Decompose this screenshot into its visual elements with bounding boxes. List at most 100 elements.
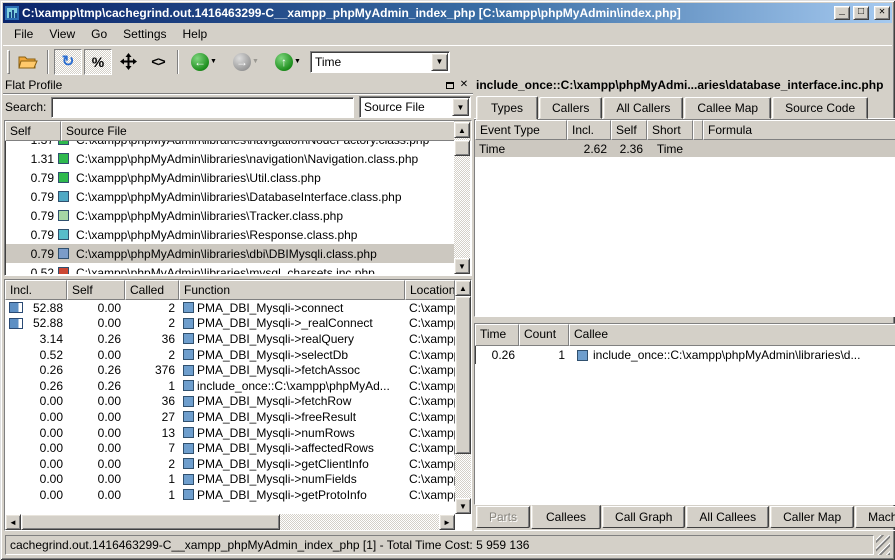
column-header-incl[interactable]: Incl. <box>567 120 611 140</box>
scroll-left-icon[interactable]: ◄ <box>5 514 21 530</box>
combo-dropdown-icon[interactable]: ▼ <box>452 98 469 116</box>
menu-go[interactable]: Go <box>84 25 114 43</box>
up-button[interactable]: ↑ ▼ <box>268 49 308 75</box>
tab-caller-map[interactable]: Caller Map <box>770 506 854 528</box>
menu-file[interactable]: File <box>7 25 40 43</box>
column-header-time[interactable]: Time <box>475 324 519 346</box>
callee-row[interactable]: 0.26 1 include_once::C:\xampp\phpMyAdmin… <box>475 346 895 364</box>
tab-all-callees[interactable]: All Callees <box>686 506 769 528</box>
source-file-row[interactable]: 0.79C:\xampp\phpMyAdmin\libraries\Respon… <box>6 225 454 244</box>
tab-call-graph[interactable]: Call Graph <box>602 506 685 528</box>
search-input[interactable] <box>51 97 354 118</box>
column-header-short[interactable]: Short <box>647 120 693 140</box>
cycle-grouping-button[interactable]: ↻ <box>54 49 82 75</box>
title-bar[interactable]: C:\xampp\tmp\cachegrind.out.1416463299-C… <box>3 3 892 23</box>
scroll-right-icon[interactable]: ► <box>439 514 455 530</box>
source-file-row[interactable]: 0.52C:\xampp\phpMyAdmin\libraries\mysql_… <box>6 263 454 274</box>
column-header-called[interactable]: Called <box>125 280 179 300</box>
back-button[interactable]: ← ▼ <box>184 49 224 75</box>
source-file-row[interactable]: 0.79C:\xampp\phpMyAdmin\libraries\Tracke… <box>6 206 454 225</box>
tab-source-code[interactable]: Source Code <box>772 97 868 119</box>
menu-settings[interactable]: Settings <box>116 25 173 43</box>
function-row[interactable]: 52.880.002PMA_DBI_Mysqli->_realConnectC:… <box>5 316 455 332</box>
tab-machine-code[interactable]: Machine <box>855 506 895 528</box>
function-icon <box>183 411 194 422</box>
tab-callee-map[interactable]: Callee Map <box>684 97 771 119</box>
minimize-button[interactable]: _ <box>834 6 850 20</box>
scrollbar-thumb[interactable] <box>21 514 280 530</box>
tab-callees[interactable]: Callees <box>531 505 601 529</box>
function-row[interactable]: 0.000.002PMA_DBI_Mysqli->getClientInfoC:… <box>5 456 455 472</box>
event-type-combobox[interactable]: Time ▼ <box>310 51 450 73</box>
toolbar-handle[interactable] <box>7 50 10 74</box>
search-row: Search: Source File ▼ <box>3 94 473 120</box>
function-self-value: 0.00 <box>67 457 125 471</box>
function-row[interactable]: 0.260.26376PMA_DBI_Mysqli->fetchAssocC:\… <box>5 362 455 378</box>
group-by-combobox[interactable]: Source File ▼ <box>359 96 471 118</box>
column-header-self[interactable]: Self <box>67 280 125 300</box>
function-row[interactable]: 0.000.001PMA_DBI_Mysqli->getProtoInfoC:\… <box>5 487 455 503</box>
function-list-vertical-scrollbar[interactable]: ▲ ▼ <box>455 300 471 514</box>
function-row[interactable]: 0.000.0036PMA_DBI_Mysqli->fetchRowC:\xam… <box>5 394 455 410</box>
percent-relative-button[interactable]: % <box>84 49 112 75</box>
resize-grip[interactable] <box>876 535 890 555</box>
function-row[interactable]: 3.140.2636PMA_DBI_Mysqli->realQueryC:\xa… <box>5 331 455 347</box>
source-file-row[interactable]: 0.79C:\xampp\phpMyAdmin\libraries\Util.c… <box>6 168 454 187</box>
source-file-row[interactable]: 0.79C:\xampp\phpMyAdmin\libraries\dbi\DB… <box>6 244 454 263</box>
dock-title-bar[interactable]: Flat Profile ✕ <box>3 77 473 94</box>
splitter-direction-button[interactable]: <> <box>144 49 172 75</box>
up-dropdown-icon[interactable]: ▼ <box>294 58 301 65</box>
function-row[interactable]: 0.000.001PMA_DBI_Mysqli->numFieldsC:\xam… <box>5 472 455 488</box>
combo-dropdown-icon[interactable]: ▼ <box>431 53 448 71</box>
column-header-incl[interactable]: Incl. <box>5 280 67 300</box>
expand-areas-button[interactable] <box>114 49 142 75</box>
tab-all-callers[interactable]: All Callers <box>603 97 683 119</box>
source-file-row[interactable]: 1.31C:\xampp\phpMyAdmin\libraries\naviga… <box>6 149 454 168</box>
source-file-path: C:\xampp\phpMyAdmin\libraries\navigation… <box>72 141 454 147</box>
source-file-row[interactable]: 0.79C:\xampp\phpMyAdmin\libraries\Databa… <box>6 187 454 206</box>
column-header-event-type[interactable]: Event Type <box>475 120 567 140</box>
toolbar-separator <box>177 50 179 74</box>
forward-button[interactable]: → ▼ <box>226 49 266 75</box>
source-list-vertical-scrollbar[interactable]: ▲ ▼ <box>454 122 470 274</box>
column-header-self[interactable]: Self <box>611 120 647 140</box>
function-location: C:\xampp\phpMy... <box>405 363 455 377</box>
menu-view[interactable]: View <box>42 25 82 43</box>
function-row[interactable]: 52.880.002PMA_DBI_Mysqli->connectC:\xamp… <box>5 300 455 316</box>
menu-help[interactable]: Help <box>176 25 215 43</box>
column-header-source-file[interactable]: Source File <box>61 121 455 141</box>
window-title: C:\xampp\tmp\cachegrind.out.1416463299-C… <box>22 6 831 20</box>
function-incl-value: 0.00 <box>5 457 67 471</box>
scroll-up-icon[interactable]: ▲ <box>455 280 471 296</box>
open-file-button[interactable] <box>14 49 42 75</box>
tab-callers[interactable]: Callers <box>539 97 602 119</box>
function-name: PMA_DBI_Mysqli->freeResult <box>179 410 405 424</box>
function-row[interactable]: 0.000.0013PMA_DBI_Mysqli->numRowsC:\xamp… <box>5 425 455 441</box>
scrollbar-thumb[interactable] <box>454 140 470 156</box>
source-file-row[interactable]: 1.37C:\xampp\phpMyAdmin\libraries\naviga… <box>6 141 454 149</box>
float-dock-button[interactable] <box>443 79 457 91</box>
function-row[interactable]: 0.260.261include_once::C:\xampp\phpMyAd.… <box>5 378 455 394</box>
back-dropdown-icon[interactable]: ▼ <box>210 58 217 65</box>
function-icon <box>183 365 194 376</box>
close-dock-button[interactable]: ✕ <box>457 79 471 91</box>
function-name: PMA_DBI_Mysqli->getClientInfo <box>179 457 405 471</box>
maximize-button[interactable]: □ <box>853 6 869 20</box>
function-row[interactable]: 0.000.007PMA_DBI_Mysqli->affectedRowsC:\… <box>5 440 455 456</box>
function-list-horizontal-scrollbar[interactable]: ◄ ► <box>5 514 455 530</box>
tab-types[interactable]: Types <box>476 96 538 120</box>
function-row[interactable]: 0.000.0027PMA_DBI_Mysqli->freeResultC:\x… <box>5 409 455 425</box>
column-header-self[interactable]: Self <box>5 121 61 141</box>
column-header-callee[interactable]: Callee <box>569 324 895 346</box>
event-type-row[interactable]: Time 2.62 2.36 Time <box>475 140 895 157</box>
scroll-up-icon[interactable]: ▲ <box>454 122 470 138</box>
scroll-down-icon[interactable]: ▼ <box>455 498 471 514</box>
scrollbar-thumb[interactable] <box>455 296 471 454</box>
column-header-count[interactable]: Count <box>519 324 569 346</box>
close-button[interactable]: ✕ <box>874 6 890 20</box>
function-row[interactable]: 0.520.002PMA_DBI_Mysqli->selectDbC:\xamp… <box>5 347 455 363</box>
column-header-formula[interactable]: Formula <box>703 120 895 140</box>
column-header-location[interactable]: Location <box>405 280 455 300</box>
scroll-down-icon[interactable]: ▼ <box>454 258 470 274</box>
column-header-function[interactable]: Function <box>179 280 405 300</box>
